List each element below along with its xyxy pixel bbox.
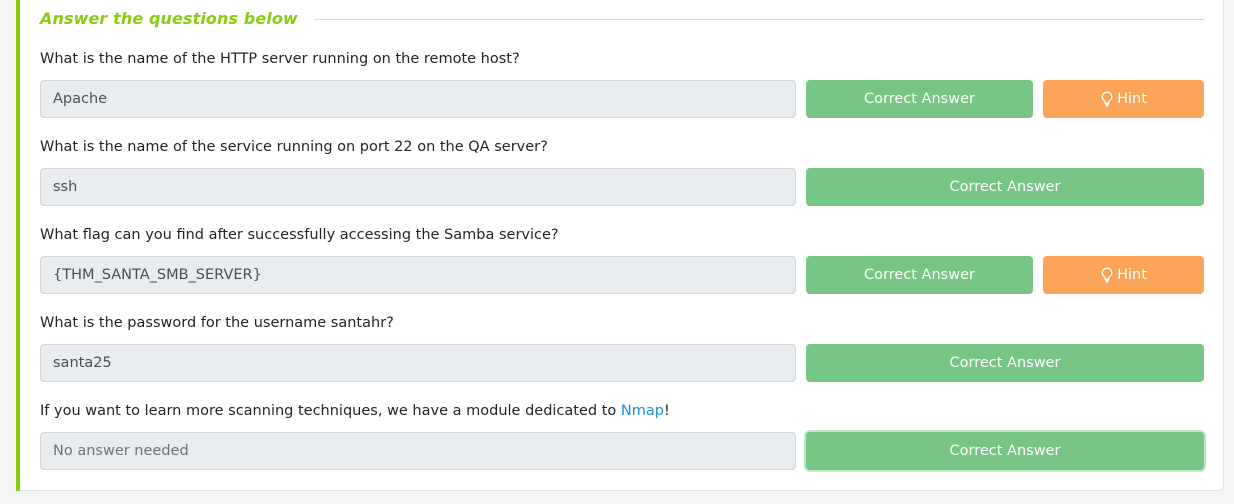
question-text: What is the name of the HTTP server runn…: [40, 51, 520, 67]
question-text-suffix: !: [663, 403, 670, 419]
correct-answer-button[interactable]: Correct Answer: [806, 344, 1204, 382]
correct-answer-button[interactable]: Correct Answer: [806, 432, 1204, 470]
correct-answer-label: Correct Answer: [864, 91, 975, 107]
hint-button[interactable]: Hint: [1043, 256, 1204, 294]
lightbulb-icon: [1101, 91, 1113, 107]
hint-button[interactable]: Hint: [1043, 80, 1204, 118]
question-2: What is the name of the service running …: [40, 136, 1204, 206]
lightbulb-icon: [1101, 267, 1113, 283]
hint-label: Hint: [1117, 267, 1147, 283]
correct-answer-button[interactable]: Correct Answer: [806, 80, 1033, 118]
answer-field[interactable]: No answer needed: [40, 432, 796, 470]
correct-answer-label: Correct Answer: [949, 355, 1061, 371]
correct-answer-label: Correct Answer: [949, 179, 1061, 195]
question-text: What flag can you find after successfull…: [40, 227, 559, 243]
questions-card: Answer the questions below What is the n…: [16, 0, 1224, 491]
question-text: What is the name of the service running …: [40, 139, 548, 155]
answer-row: {THM_SANTA_SMB_SERVER} Correct Answer Hi…: [40, 256, 1204, 294]
answer-row: Apache Correct Answer Hint: [40, 80, 1204, 118]
question-4: What is the password for the username sa…: [40, 312, 1204, 382]
answer-field[interactable]: santa25: [40, 344, 796, 382]
correct-answer-button[interactable]: Correct Answer: [806, 168, 1204, 206]
answer-row: No answer needed Correct Answer: [40, 432, 1204, 470]
answer-row: ssh Correct Answer: [40, 168, 1204, 206]
question-5: If you want to learn more scanning techn…: [40, 400, 1204, 470]
hint-label: Hint: [1117, 91, 1147, 107]
nmap-module-link[interactable]: Nmap: [621, 403, 664, 419]
answer-field[interactable]: Apache: [40, 80, 796, 118]
question-3: What flag can you find after successfull…: [40, 224, 1204, 294]
correct-answer-label: Correct Answer: [949, 443, 1061, 459]
section-header: Answer the questions below: [40, 6, 1204, 30]
correct-answer-label: Correct Answer: [864, 267, 975, 283]
correct-answer-button[interactable]: Correct Answer: [806, 256, 1033, 294]
question-text: If you want to learn more scanning techn…: [40, 400, 1204, 422]
question-text-prefix: If you want to learn more scanning techn…: [40, 403, 621, 419]
question-1: What is the name of the HTTP server runn…: [40, 48, 1204, 118]
answer-row: santa25 Correct Answer: [40, 344, 1204, 382]
answer-field[interactable]: {THM_SANTA_SMB_SERVER}: [40, 256, 796, 294]
section-title: Answer the questions below: [40, 8, 298, 28]
card-accent-bar: [16, 0, 20, 491]
question-text: What is the password for the username sa…: [40, 315, 394, 331]
section-divider: [313, 18, 1204, 20]
answer-field[interactable]: ssh: [40, 168, 796, 206]
